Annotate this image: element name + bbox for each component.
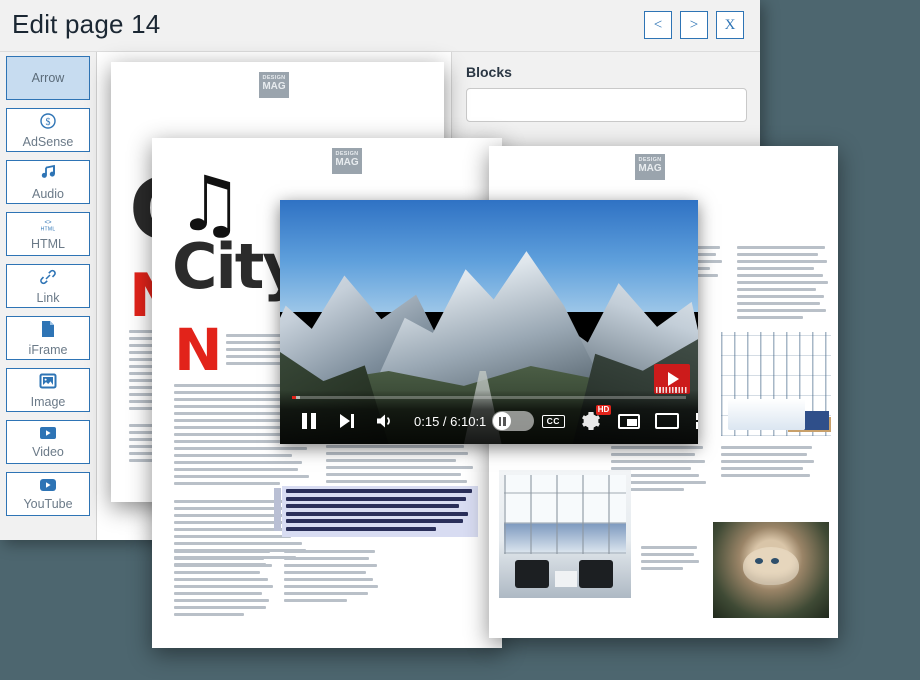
volume-button[interactable] — [366, 404, 404, 438]
sidebar-item-adsense[interactable]: $ AdSense — [6, 108, 90, 152]
sidebar-item-video[interactable]: Video — [6, 420, 90, 464]
picture-icon — [39, 372, 57, 394]
theater-mode-icon — [655, 413, 680, 429]
svg-text:$: $ — [46, 117, 51, 128]
settings-button[interactable]: HD — [572, 404, 612, 438]
page-title: Edit page 14 — [12, 9, 161, 39]
youtube-icon — [39, 478, 57, 496]
play-triangle-icon — [668, 372, 679, 386]
sidebar-item-youtube[interactable]: YouTube — [6, 472, 90, 516]
sidebar-item-label: YouTube — [23, 496, 73, 511]
sidebar-item-label: HTML — [30, 236, 66, 251]
tool-sidebar: Arrow $ AdSense Audio <> HTML HTML Link … — [0, 52, 97, 540]
body-text-column — [174, 550, 274, 620]
sidebar-item-label: Audio — [32, 186, 64, 201]
sidebar-item-label: Video — [32, 444, 64, 459]
logo-bottom-text: MAG — [262, 80, 286, 92]
body-text-column — [284, 550, 380, 606]
sidebar-item-html[interactable]: <> HTML HTML — [6, 212, 90, 256]
blocks-panel-title: Blocks — [466, 64, 512, 80]
prev-page-button[interactable]: < — [644, 11, 672, 39]
next-video-button[interactable] — [328, 404, 366, 438]
sidebar-item-arrow[interactable]: Arrow — [6, 56, 90, 100]
magazine-logo: DESIGN MAG — [635, 154, 665, 180]
sidebar-item-label: Arrow — [31, 71, 65, 85]
video-played-range — [292, 396, 296, 399]
selected-text-block[interactable] — [274, 486, 478, 537]
selection-handle[interactable] — [274, 488, 281, 531]
body-text-column — [641, 546, 701, 574]
video-time-display: 0:15 / 6:10:1 — [414, 413, 487, 429]
theater-button[interactable] — [648, 404, 686, 438]
sidebar-item-iframe[interactable]: iFrame — [6, 316, 90, 360]
html-code-icon: <> HTML — [37, 218, 59, 236]
svg-text:<>: <> — [44, 220, 52, 226]
body-text-column — [737, 246, 829, 323]
autoplay-knob — [493, 412, 512, 430]
miniplayer-button[interactable] — [610, 404, 648, 438]
body-text-column — [721, 446, 817, 481]
magazine-logo: DESIGN MAG — [332, 148, 362, 174]
pause-button[interactable] — [290, 404, 328, 438]
chain-link-icon — [39, 268, 57, 290]
photo-office-windows — [721, 332, 831, 436]
dollar-icon: $ — [39, 112, 57, 134]
hd-quality-badge: HD — [595, 405, 612, 415]
magazine-logo: DESIGN MAG — [259, 72, 289, 98]
fullscreen-button[interactable] — [686, 404, 698, 438]
photo-office-lobby — [499, 470, 631, 598]
logo-bottom-text: MAG — [335, 156, 359, 168]
sidebar-item-label: Image — [30, 394, 66, 409]
header-button-group: < > X — [644, 11, 744, 39]
captions-button[interactable]: CC — [534, 404, 572, 438]
play-box-icon — [39, 426, 57, 444]
close-button[interactable]: X — [716, 11, 744, 39]
page-dropcap: N — [174, 316, 223, 384]
miniplayer-icon — [618, 413, 641, 429]
captions-label: CC — [541, 414, 565, 428]
video-progress-bar[interactable] — [292, 396, 686, 399]
sidebar-item-label: iFrame — [28, 342, 68, 357]
music-note-icon — [39, 164, 57, 186]
sidebar-item-link[interactable]: Link — [6, 264, 90, 308]
svg-text:HTML: HTML — [41, 226, 56, 232]
next-page-button[interactable]: > — [680, 11, 708, 39]
editor-header: Edit page 14 < > X — [0, 0, 760, 52]
video-controls-row: 0:15 / 6:10:1 CC HD — [290, 404, 698, 438]
document-icon — [40, 320, 56, 342]
video-control-bar: 0:15 / 6:10:1 CC HD — [280, 390, 698, 444]
sidebar-item-image[interactable]: Image — [6, 368, 90, 412]
screen-root: Edit page 14 < > X Arrow $ AdSense Audio… — [0, 0, 920, 680]
logo-bottom-text: MAG — [638, 162, 662, 174]
sidebar-item-label: AdSense — [22, 134, 74, 149]
sidebar-item-audio[interactable]: Audio — [6, 160, 90, 204]
video-player[interactable]: 0:15 / 6:10:1 CC HD — [280, 200, 698, 444]
photo-kitten — [713, 522, 829, 618]
blocks-search-input[interactable] — [466, 88, 747, 122]
sidebar-item-label: Link — [36, 290, 60, 305]
autoplay-toggle[interactable] — [492, 411, 535, 431]
fullscreen-icon — [696, 413, 698, 429]
